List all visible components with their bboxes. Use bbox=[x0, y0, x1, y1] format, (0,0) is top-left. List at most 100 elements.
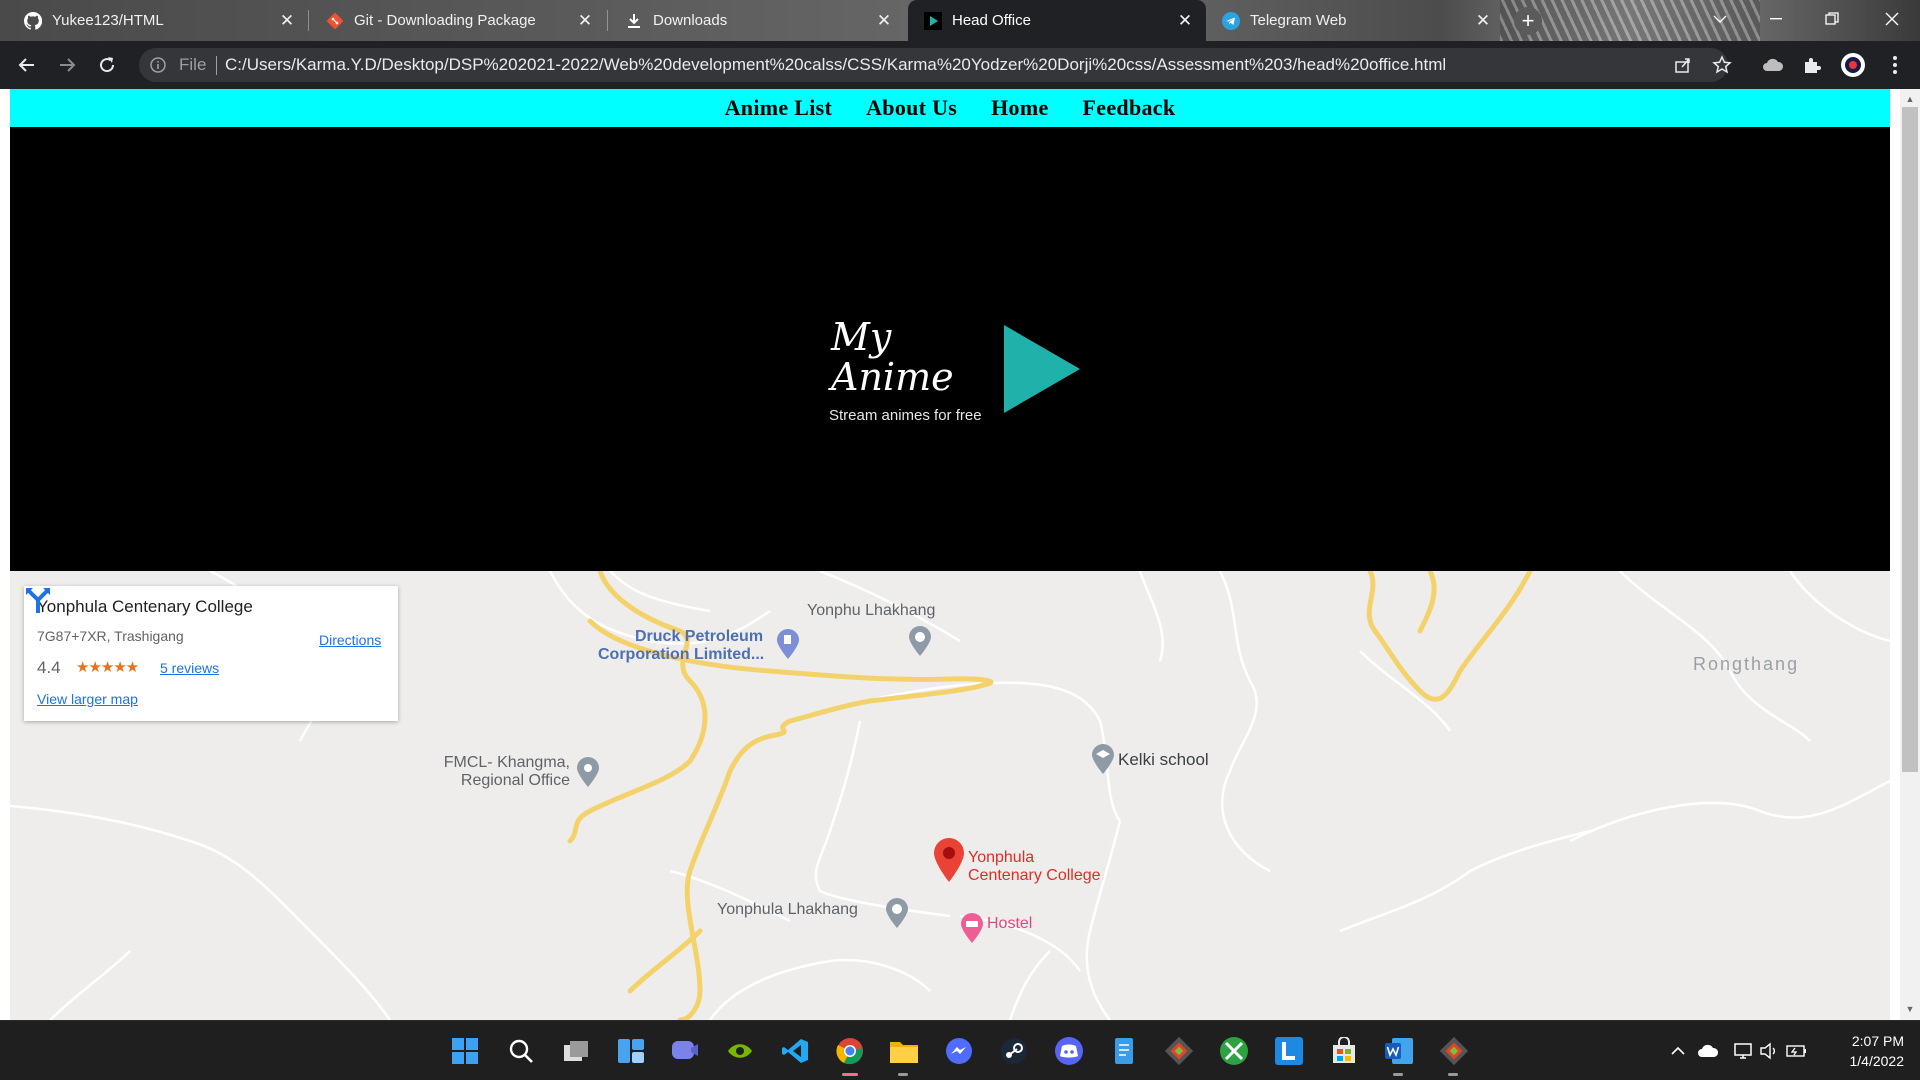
map-label-college-2[interactable]: Centenary College bbox=[968, 867, 1101, 885]
system-clock[interactable]: 2:07 PM 1/4/2022 bbox=[1824, 1031, 1905, 1071]
school-pin-icon[interactable] bbox=[1090, 743, 1116, 775]
play-favicon bbox=[924, 11, 942, 30]
close-icon[interactable]: ✕ bbox=[574, 10, 596, 32]
url-text[interactable]: C:/Users/Karma.Y.D/Desktop/DSP%202021-20… bbox=[225, 55, 1446, 75]
map-label-college-1[interactable]: Yonphula bbox=[968, 849, 1034, 867]
git-gui-icon[interactable] bbox=[1438, 1035, 1470, 1067]
l-app-icon[interactable] bbox=[1273, 1035, 1305, 1067]
file-explorer-icon[interactable] bbox=[888, 1035, 920, 1067]
github-icon bbox=[24, 11, 42, 30]
chrome-icon[interactable] bbox=[834, 1035, 866, 1067]
tab-search-icon[interactable] bbox=[1692, 0, 1748, 38]
map-label-kelki-school[interactable]: Kelki school bbox=[1118, 750, 1209, 770]
nav-feedback[interactable]: Feedback bbox=[1083, 95, 1176, 121]
map-label-fmcl-1[interactable]: FMCL- Khangma, bbox=[430, 754, 570, 772]
embedded-map[interactable]: Yonphu Lhakhang Druck Petroleum Corporat… bbox=[10, 571, 1890, 1020]
directions-link[interactable]: Directions bbox=[319, 632, 381, 648]
store-icon[interactable] bbox=[1328, 1035, 1360, 1067]
tab-title: Head Office bbox=[952, 12, 1031, 29]
messenger-icon[interactable] bbox=[943, 1035, 975, 1067]
scroll-down-arrow-icon[interactable]: ▼ bbox=[1904, 1002, 1916, 1016]
windows-taskbar: 2:07 PM 1/4/2022 bbox=[0, 1020, 1920, 1080]
bookmark-star-icon[interactable] bbox=[1709, 52, 1735, 78]
tab-head-office[interactable]: Head Office ✕ bbox=[908, 0, 1206, 41]
git-icon[interactable] bbox=[1163, 1035, 1195, 1067]
task-view-icon[interactable] bbox=[560, 1035, 592, 1067]
widgets-icon[interactable] bbox=[615, 1035, 647, 1067]
play-logo-icon bbox=[1004, 325, 1080, 413]
tab-title: Yukee123/HTML bbox=[52, 12, 164, 29]
reviews-link[interactable]: 5 reviews bbox=[160, 660, 219, 676]
map-label-druck-1[interactable]: Druck Petroleum bbox=[635, 628, 763, 646]
map-label-hostel[interactable]: Hostel bbox=[987, 915, 1032, 933]
onedrive-cloud-icon[interactable] bbox=[1696, 1039, 1720, 1063]
profile-avatar-icon[interactable] bbox=[1840, 52, 1866, 78]
tab-divider bbox=[607, 10, 608, 31]
scrollbar-thumb[interactable] bbox=[1902, 107, 1918, 772]
address-bar[interactable]: File C:/Users/Karma.Y.D/Desktop/DSP%2020… bbox=[139, 48, 1728, 82]
extension-cloud-icon[interactable] bbox=[1760, 52, 1786, 78]
close-icon[interactable]: ✕ bbox=[873, 10, 895, 32]
teams-chat-icon[interactable] bbox=[669, 1035, 701, 1067]
location-marker-icon[interactable] bbox=[932, 837, 966, 883]
clock-date: 1/4/2022 bbox=[1849, 1053, 1905, 1069]
windows-start-icon[interactable] bbox=[449, 1035, 481, 1067]
logo-line-2: Anime bbox=[831, 355, 954, 399]
logo-tagline: Stream animes for free bbox=[829, 407, 982, 424]
volume-icon[interactable] bbox=[1757, 1039, 1781, 1063]
xbox-icon[interactable] bbox=[1218, 1035, 1250, 1067]
info-icon[interactable] bbox=[149, 56, 167, 74]
close-icon[interactable]: ✕ bbox=[276, 10, 298, 32]
forward-icon[interactable] bbox=[52, 50, 82, 80]
notepad-icon[interactable] bbox=[1108, 1035, 1140, 1067]
hotel-pin-icon[interactable] bbox=[959, 912, 985, 944]
tab-git-download[interactable]: Git - Downloading Package ✕ bbox=[310, 0, 606, 41]
restore-icon[interactable] bbox=[1804, 0, 1860, 38]
nav-about-us[interactable]: About Us bbox=[866, 95, 957, 121]
fuel-pin-icon[interactable] bbox=[775, 628, 801, 660]
word-icon[interactable] bbox=[1383, 1035, 1415, 1067]
tab-github[interactable]: Yukee123/HTML ✕ bbox=[8, 0, 308, 41]
running-indicator bbox=[1448, 1073, 1458, 1076]
close-icon[interactable]: ✕ bbox=[1472, 10, 1494, 32]
minimize-icon[interactable] bbox=[1748, 0, 1804, 38]
vscode-icon[interactable] bbox=[779, 1035, 811, 1067]
view-larger-map-link[interactable]: View larger map bbox=[37, 691, 138, 707]
show-hidden-icons-chevron-icon[interactable] bbox=[1666, 1039, 1690, 1063]
map-label-yonphula-lhakhang[interactable]: Yonphula Lhakhang bbox=[717, 901, 858, 919]
extensions-puzzle-icon[interactable] bbox=[1799, 52, 1825, 78]
temple-pin-icon[interactable] bbox=[907, 625, 933, 657]
share-icon[interactable] bbox=[1670, 52, 1696, 78]
search-icon[interactable] bbox=[505, 1035, 537, 1067]
top-nav: Anime List About Us Home Feedback bbox=[10, 89, 1890, 127]
tab-strip: Yukee123/HTML ✕ Git - Downloading Packag… bbox=[0, 0, 1920, 41]
nav-anime-list[interactable]: Anime List bbox=[725, 95, 833, 121]
hero-banner: My Anime Stream animes for free bbox=[10, 127, 1890, 571]
git-icon bbox=[326, 12, 344, 30]
download-icon bbox=[625, 12, 643, 30]
new-tab-icon[interactable]: + bbox=[1514, 7, 1542, 35]
place-address: 7G87+7XR, Trashigang bbox=[37, 628, 184, 644]
battery-icon[interactable] bbox=[1785, 1039, 1809, 1063]
window-close-icon[interactable] bbox=[1864, 0, 1920, 38]
map-label-yonphu-lhakhang[interactable]: Yonphu Lhakhang bbox=[807, 602, 935, 620]
network-icon[interactable] bbox=[1731, 1039, 1755, 1063]
tab-telegram[interactable]: Telegram Web ✕ bbox=[1206, 0, 1504, 41]
running-indicator bbox=[1393, 1073, 1403, 1076]
map-label-druck-2[interactable]: Corporation Limited... bbox=[598, 646, 764, 664]
close-icon[interactable]: ✕ bbox=[1174, 10, 1196, 32]
tab-downloads[interactable]: Downloads ✕ bbox=[609, 0, 905, 41]
nvidia-icon[interactable] bbox=[724, 1035, 756, 1067]
map-label-fmcl-2[interactable]: Regional Office bbox=[430, 772, 570, 790]
active-app-indicator bbox=[842, 1073, 858, 1076]
menu-kebab-icon[interactable] bbox=[1882, 52, 1908, 78]
office-pin-icon[interactable] bbox=[575, 756, 601, 788]
scroll-up-arrow-icon[interactable]: ▲ bbox=[1904, 92, 1916, 106]
steam-icon[interactable] bbox=[998, 1035, 1030, 1067]
nav-home[interactable]: Home bbox=[991, 95, 1048, 121]
back-icon[interactable] bbox=[12, 50, 42, 80]
discord-icon[interactable] bbox=[1053, 1035, 1085, 1067]
temple-pin-icon[interactable] bbox=[884, 897, 910, 929]
reload-icon[interactable] bbox=[92, 50, 122, 80]
directions-icon[interactable] bbox=[24, 586, 52, 614]
